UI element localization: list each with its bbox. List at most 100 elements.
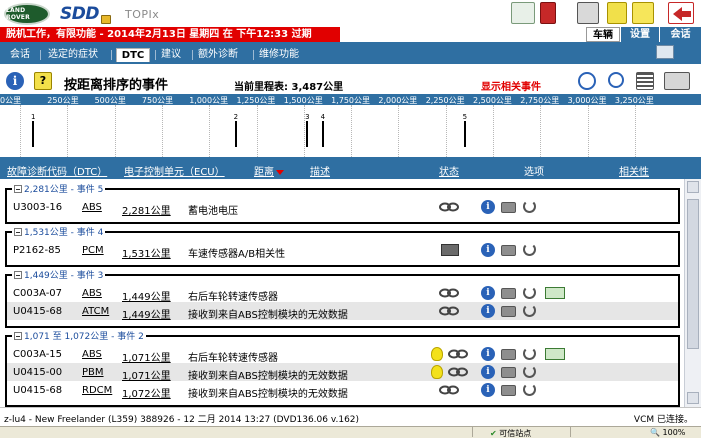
distance-link[interactable]: 2,281公里 xyxy=(122,202,171,217)
distance-link[interactable]: 1,531公里 xyxy=(122,245,171,260)
ecu-link[interactable]: ABS xyxy=(82,202,102,213)
notes-icon[interactable] xyxy=(607,2,627,24)
dtc-row[interactable]: P2162-85 PCM 1,531公里 车速传感器A/B相关性 i xyxy=(7,241,678,260)
dtc-row[interactable]: U0415-68 ATCM 1,449公里 接收到来自ABS控制模块的无效数据 i xyxy=(7,302,678,321)
event-group-title[interactable]: 1,071 至 1,072公里 - 事件 2 xyxy=(12,329,146,342)
snapshot-icon[interactable] xyxy=(501,306,516,317)
diagnose-icon[interactable] xyxy=(523,347,536,360)
info-icon[interactable]: i xyxy=(481,347,495,361)
diagnose-icon[interactable] xyxy=(523,243,536,256)
scroll-thumb[interactable] xyxy=(687,199,699,349)
snapshot-icon[interactable] xyxy=(501,202,516,213)
collapse-icon[interactable] xyxy=(14,185,22,193)
question-icon[interactable]: ? xyxy=(34,72,52,90)
nav-vehicle[interactable]: 车辆 xyxy=(586,27,620,42)
battery-icon[interactable] xyxy=(577,2,599,24)
timeline-event-marker[interactable] xyxy=(463,121,466,147)
exit-icon[interactable] xyxy=(668,2,694,24)
diagnose-icon[interactable] xyxy=(523,304,536,317)
tab-dtc[interactable]: DTC xyxy=(116,48,150,62)
zoom-level[interactable]: 🔍 100% xyxy=(650,428,685,437)
distance-link[interactable]: 1,071公里 xyxy=(122,349,171,364)
diagnose-icon[interactable] xyxy=(523,200,536,213)
vci-status-icon[interactable] xyxy=(511,2,535,24)
data-log-icon[interactable] xyxy=(545,348,565,360)
info-icon[interactable]: i xyxy=(481,286,495,300)
timeline-event-marker[interactable] xyxy=(32,121,34,147)
info-icon[interactable]: i xyxy=(481,304,495,318)
info-icon[interactable]: i xyxy=(6,72,24,90)
diagnose-icon[interactable] xyxy=(523,365,536,378)
ecu-link[interactable]: PCM xyxy=(82,245,104,256)
diagnose-icon[interactable] xyxy=(523,383,536,396)
fuel-pump-icon[interactable] xyxy=(540,2,556,24)
monitor-icon[interactable] xyxy=(656,45,674,59)
timeline-event-marker[interactable] xyxy=(321,121,324,147)
dtc-row[interactable]: U0415-68 RDCM 1,072公里 接收到来自ABS控制模块的无效数据 i xyxy=(7,381,678,400)
nav-settings[interactable]: 设置 xyxy=(621,27,659,42)
snapshot-icon[interactable] xyxy=(501,367,516,378)
ecu-link[interactable]: ABS xyxy=(82,349,102,360)
column-ecu[interactable]: 电子控制单元（ECU） xyxy=(124,163,225,178)
collapse-icon[interactable] xyxy=(14,228,22,236)
ecu-link[interactable]: ABS xyxy=(82,288,102,299)
distance-link[interactable]: 1,072公里 xyxy=(122,385,171,400)
timeline-event-number: 4 xyxy=(320,113,326,121)
help-icon[interactable] xyxy=(632,2,654,24)
ecu-link[interactable]: RDCM xyxy=(82,385,112,396)
tab-extra-diagnostics[interactable]: 额外诊断 xyxy=(198,48,238,62)
timeline-event-marker[interactable] xyxy=(306,121,309,147)
snapshot-icon[interactable] xyxy=(501,385,516,396)
distance-link[interactable]: 1,071公里 xyxy=(122,367,171,382)
info-icon[interactable]: i xyxy=(481,365,495,379)
distance-link[interactable]: 1,449公里 xyxy=(122,306,171,321)
ecu-link[interactable]: ATCM xyxy=(82,306,109,317)
nav-session[interactable]: 会话 xyxy=(660,27,701,42)
warning-lamp-icon xyxy=(431,365,443,379)
timeline-gridline xyxy=(256,105,258,157)
vertical-scrollbar[interactable] xyxy=(684,179,701,407)
collapse-icon[interactable] xyxy=(14,332,22,340)
timeline-gridline xyxy=(540,105,542,157)
column-distance[interactable]: 距离 xyxy=(254,163,284,178)
event-group-title[interactable]: 1,531公里 - 事件 4 xyxy=(12,225,106,238)
dtc-row[interactable]: C003A-07 ABS 1,449公里 右后车轮转速传感器 i xyxy=(7,284,678,303)
scroll-up-arrow[interactable] xyxy=(687,181,699,193)
event-group-title[interactable]: 1,449公里 - 事件 3 xyxy=(12,268,106,281)
search-icon[interactable] xyxy=(608,72,624,88)
tab-service-functions[interactable]: 维修功能 xyxy=(259,48,299,62)
ecu-link[interactable]: PBM xyxy=(82,367,104,378)
info-icon[interactable]: i xyxy=(481,200,495,214)
tab-recommendations[interactable]: 建议 xyxy=(161,48,181,62)
column-relevance[interactable]: 相关性 xyxy=(619,163,649,178)
distance-link[interactable]: 1,449公里 xyxy=(122,288,171,303)
column-description[interactable]: 描述 xyxy=(310,163,330,178)
info-icon[interactable]: i xyxy=(481,383,495,397)
lock-icon xyxy=(100,15,111,24)
scroll-down-arrow[interactable] xyxy=(687,392,699,404)
dtc-row[interactable]: U0415-00 PBM 1,071公里 接收到来自ABS控制模块的无效数据 i xyxy=(7,363,678,382)
info-icon[interactable]: i xyxy=(481,243,495,257)
timeline-event-marker[interactable] xyxy=(234,121,237,147)
clock-icon[interactable] xyxy=(578,72,596,90)
snapshot-icon[interactable] xyxy=(501,349,516,360)
column-status[interactable]: 状态 xyxy=(439,163,459,178)
dtc-row[interactable]: C003A-15 ABS 1,071公里 右后车轮转速传感器 i xyxy=(7,345,678,364)
snapshot-icon[interactable] xyxy=(501,245,516,256)
column-dtc[interactable]: 故障诊断代码（DTC） xyxy=(7,163,107,178)
dtc-code: C003A-15 xyxy=(13,349,63,360)
print-icon[interactable] xyxy=(664,72,690,90)
diagnose-icon[interactable] xyxy=(523,286,536,299)
tab-session[interactable]: 会话 xyxy=(10,48,30,62)
tab-selected-symptoms[interactable]: 选定的症状 xyxy=(48,48,98,62)
list-view-icon[interactable] xyxy=(636,72,654,90)
check-icon: ✔ xyxy=(490,429,497,438)
show-related-events-link[interactable]: 显示相关事件 xyxy=(481,78,541,93)
collapse-icon[interactable] xyxy=(14,271,22,279)
event-group-label: 1,531公里 - 事件 4 xyxy=(24,228,104,238)
sort-desc-icon xyxy=(276,169,284,175)
event-group-title[interactable]: 2,281公里 - 事件 5 xyxy=(12,182,106,195)
data-log-icon[interactable] xyxy=(545,287,565,299)
dtc-row[interactable]: U3003-16 ABS 2,281公里 蓄电池电压 i xyxy=(7,198,678,217)
snapshot-icon[interactable] xyxy=(501,288,516,299)
